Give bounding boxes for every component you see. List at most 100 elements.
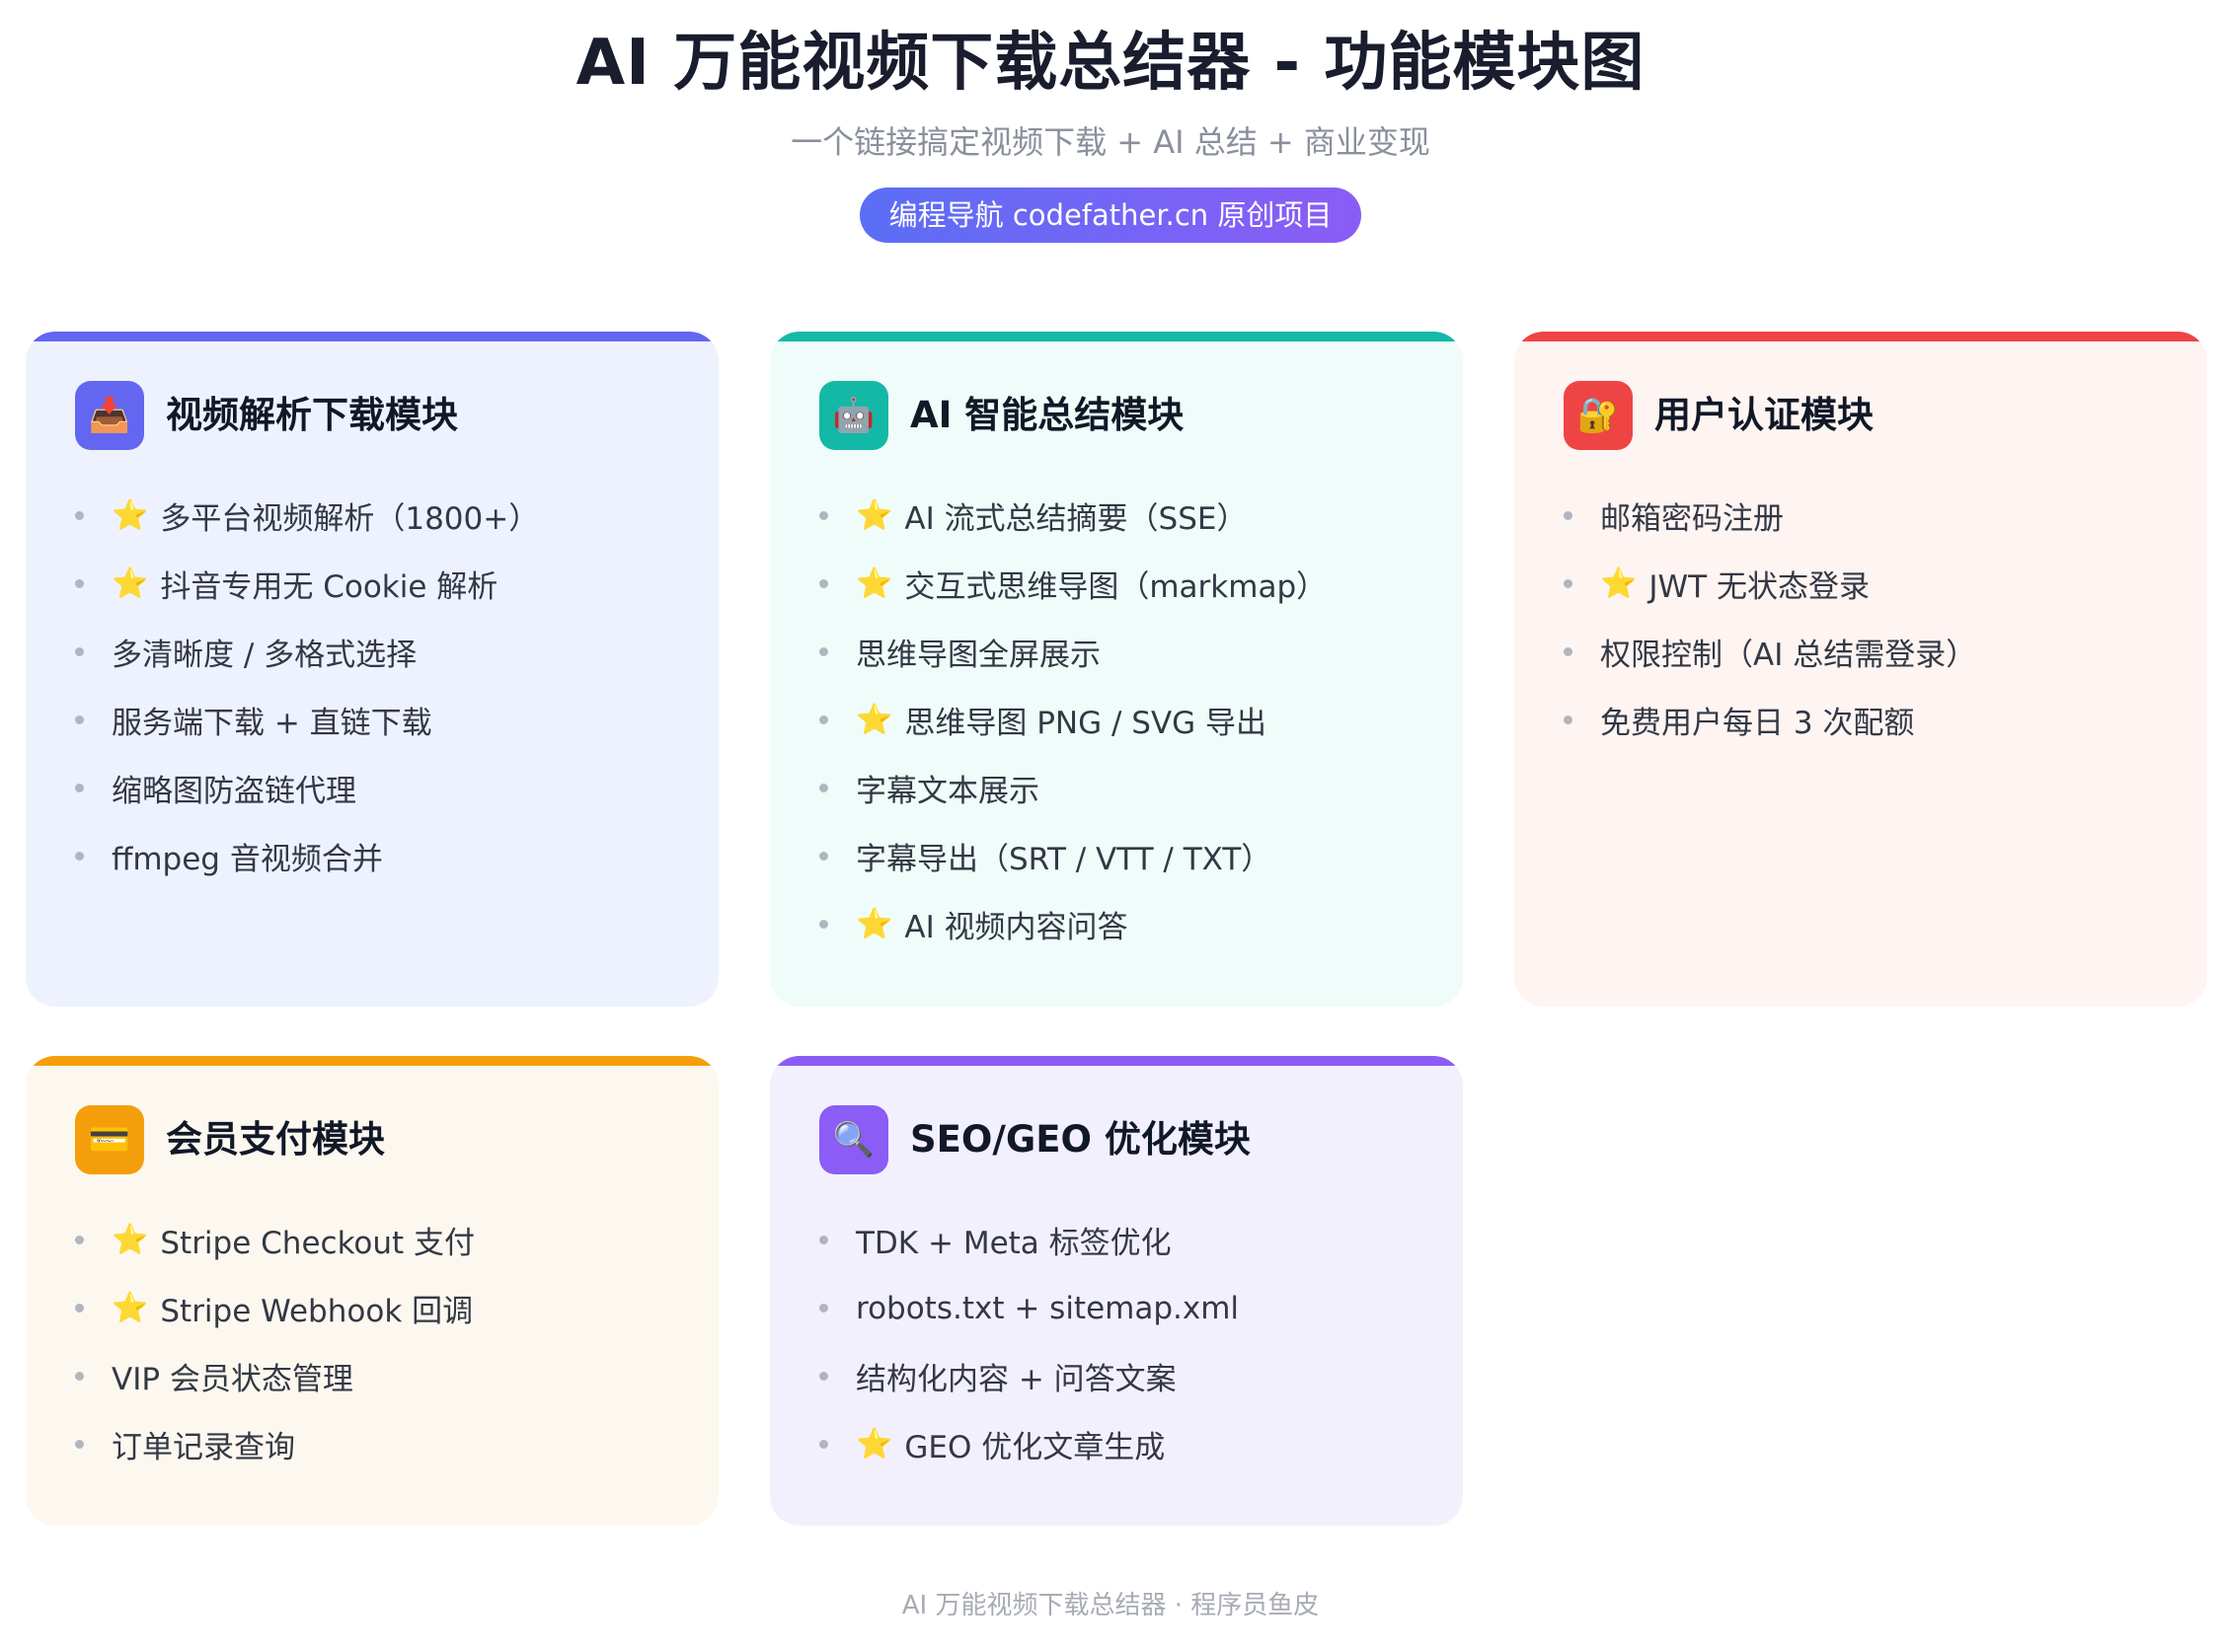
credit-card-icon: 💳: [75, 1105, 144, 1174]
card-title: 视频解析下载模块: [166, 394, 458, 436]
feature-item: ⭐ GEO 优化文章生成: [819, 1410, 1443, 1478]
bullet-dot: [819, 920, 828, 929]
bullet-dot: [819, 1304, 828, 1313]
feature-item: 订单记录查询: [75, 1410, 699, 1478]
feature-item-text: 交互式思维导图（markmap）: [904, 569, 1328, 605]
feature-item: ⭐ Stripe Checkout 支付: [75, 1206, 699, 1274]
star-icon: ⭐: [856, 497, 893, 533]
feature-item: 思维导图全屏展示: [819, 618, 1443, 686]
bullet-dot: [819, 784, 828, 792]
feature-item-text: 思维导图 PNG / SVG 导出: [904, 706, 1267, 741]
feature-item-text: 字幕导出（SRT / VTT / TXT）: [856, 842, 1272, 877]
feature-item: ⭐ JWT 无状态登录: [1564, 550, 2187, 618]
feature-item: ⭐ Stripe Webhook 回调: [75, 1274, 699, 1342]
feature-item-text: robots.txt + sitemap.xml: [856, 1290, 1240, 1326]
feature-item-text: Stripe Checkout 支付: [160, 1226, 476, 1261]
feature-item: ffmpeg 音视频合并: [75, 822, 699, 890]
feature-list: ⭐ 多平台视频解析（1800+） ⭐ 抖音专用无 Cookie 解析多清晰度 / 多格…: [75, 482, 699, 890]
card-title: 会员支付模块: [166, 1118, 385, 1161]
module-card-video-download: 📥 视频解析下载模块 ⭐ 多平台视频解析（1800+） ⭐ 抖音专用无 Cookie 解析…: [26, 332, 719, 1007]
card-header: 📥 视频解析下载模块: [75, 381, 458, 450]
bullet-dot: [75, 1304, 84, 1313]
feature-item-text: AI 视频内容问答: [904, 910, 1128, 945]
card-header: 🔐 用户认证模块: [1564, 381, 1874, 450]
star-icon: ⭐: [112, 1222, 149, 1257]
feature-item-text: 多清晰度 / 多格式选择: [112, 638, 418, 673]
footer-caption: AI 万能视频下载总结器 · 程序员鱼皮: [901, 1591, 1320, 1620]
bullet-dot: [1564, 579, 1572, 588]
feature-item-text: 多平台视频解析（1800+）: [160, 501, 540, 537]
project-badge: 编程导航 codefather.cn 原创项目: [859, 188, 1362, 243]
feature-item-text: 权限控制（AI 总结需登录）: [1600, 638, 1977, 673]
feature-item: 字幕文本展示: [819, 754, 1443, 822]
feature-item: 服务端下载 + 直链下载: [75, 686, 699, 754]
feature-item: ⭐ 多平台视频解析（1800+）: [75, 482, 699, 550]
feature-item-text: GEO 优化文章生成: [904, 1430, 1166, 1465]
feature-item-text: JWT 无状态登录: [1648, 569, 1870, 605]
feature-item-text: ffmpeg 音视频合并: [112, 842, 383, 877]
bullet-dot: [75, 1440, 84, 1449]
page-subtitle: 一个链接搞定视频下载 + AI 总结 + 商业变现: [791, 123, 1430, 161]
feature-item: 多清晰度 / 多格式选择: [75, 618, 699, 686]
star-icon: ⭐: [112, 565, 149, 601]
card-header: 🤖 AI 智能总结模块: [819, 381, 1184, 450]
feature-item-text: 字幕文本展示: [856, 774, 1039, 809]
bullet-dot: [819, 647, 828, 656]
bullet-dot: [819, 1236, 828, 1244]
feature-list: ⭐ Stripe Checkout 支付 ⭐ Stripe Webhook 回调 VIP…: [75, 1206, 699, 1478]
feature-item: 字幕导出（SRT / VTT / TXT）: [819, 822, 1443, 890]
feature-item: robots.txt + sitemap.xml: [819, 1274, 1443, 1342]
feature-item: ⭐ 交互式思维导图（markmap）: [819, 550, 1443, 618]
bullet-dot: [75, 1236, 84, 1244]
star-icon: ⭐: [856, 1426, 893, 1462]
feature-item-text: AI 流式总结摘要（SSE）: [904, 501, 1248, 537]
feature-item-text: Stripe Webhook 回调: [160, 1294, 474, 1329]
bullet-dot: [75, 784, 84, 792]
feature-item: ⭐ 抖音专用无 Cookie 解析: [75, 550, 699, 618]
feature-item: 邮箱密码注册: [1564, 482, 2187, 550]
page-title: AI 万能视频下载总结器 - 功能模块图: [575, 27, 1646, 100]
feature-item: 权限控制（AI 总结需登录）: [1564, 618, 2187, 686]
bullet-dot: [1564, 715, 1572, 724]
magnifier-icon: 🔍: [819, 1105, 888, 1174]
bullet-dot: [75, 1372, 84, 1381]
bullet-dot: [75, 647, 84, 656]
feature-item: 免费用户每日 3 次配额: [1564, 686, 2187, 754]
bullet-dot: [819, 1372, 828, 1381]
feature-item: VIP 会员状态管理: [75, 1342, 699, 1410]
robot-icon: 🤖: [819, 381, 888, 450]
feature-item-text: 结构化内容 + 问答文案: [856, 1362, 1177, 1397]
bullet-dot: [75, 852, 84, 861]
bullet-dot: [75, 511, 84, 520]
star-icon: ⭐: [1600, 565, 1638, 601]
bullet-dot: [819, 511, 828, 520]
star-icon: ⭐: [856, 702, 893, 737]
card-title: SEO/GEO 优化模块: [910, 1118, 1251, 1161]
module-card-membership-payment: 💳 会员支付模块 ⭐ Stripe Checkout 支付 ⭐ Stripe Webhoo…: [26, 1056, 719, 1526]
feature-item-text: 邮箱密码注册: [1600, 501, 1784, 537]
bullet-dot: [819, 715, 828, 724]
star-icon: ⭐: [856, 565, 893, 601]
bullet-dot: [75, 715, 84, 724]
module-card-user-auth: 🔐 用户认证模块邮箱密码注册 ⭐ JWT 无状态登录权限控制（AI 总结需登录） 免费用…: [1514, 332, 2207, 1007]
bullet-dot: [1564, 511, 1572, 520]
bullet-dot: [75, 579, 84, 588]
card-accent-bar: [770, 332, 1463, 341]
card-header: 🔍 SEO/GEO 优化模块: [819, 1105, 1251, 1174]
feature-list: ⭐ AI 流式总结摘要（SSE） ⭐ 交互式思维导图（markmap） 思维导图全屏展示…: [819, 482, 1443, 958]
feature-item: 结构化内容 + 问答文案: [819, 1342, 1443, 1410]
feature-item-text: 缩略图防盗链代理: [112, 774, 356, 809]
feature-item-text: 服务端下载 + 直链下载: [112, 706, 432, 741]
bullet-dot: [819, 1440, 828, 1449]
feature-item: TDK + Meta 标签优化: [819, 1206, 1443, 1274]
inbox-tray-icon: 📥: [75, 381, 144, 450]
card-title: 用户认证模块: [1654, 394, 1874, 436]
feature-item-text: 订单记录查询: [112, 1430, 295, 1465]
card-accent-bar: [26, 1056, 719, 1066]
feature-item-text: VIP 会员状态管理: [112, 1362, 353, 1397]
card-accent-bar: [26, 332, 719, 341]
star-icon: ⭐: [112, 497, 149, 533]
star-icon: ⭐: [112, 1290, 149, 1325]
feature-item-text: 思维导图全屏展示: [856, 638, 1101, 673]
card-header: 💳 会员支付模块: [75, 1105, 385, 1174]
